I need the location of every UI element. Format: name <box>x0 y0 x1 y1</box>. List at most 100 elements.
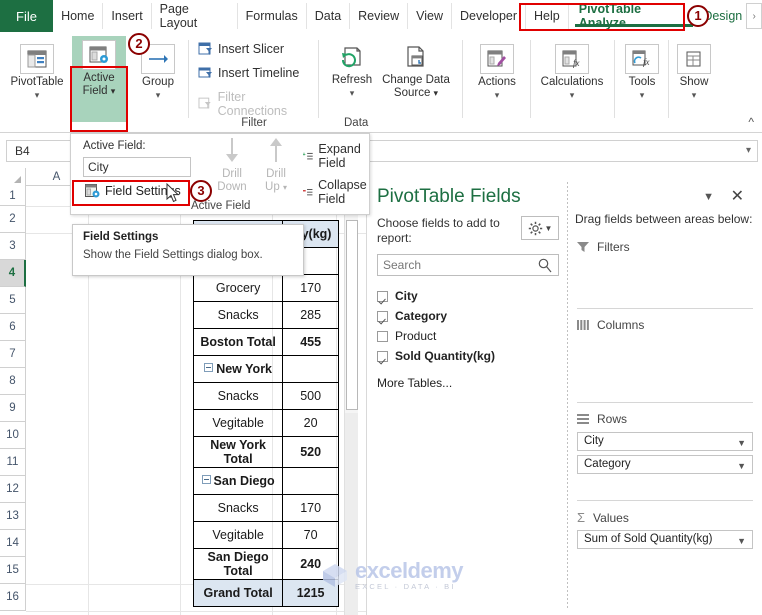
tab-formulas[interactable]: Formulas <box>238 3 307 29</box>
tab-insert[interactable]: Insert <box>103 3 152 29</box>
field-item-category[interactable]: Category <box>377 306 567 326</box>
rows-field-category[interactable]: Category ▼ <box>577 455 753 474</box>
field-item-category-label: Category <box>395 309 448 323</box>
select-all-corner[interactable] <box>0 168 26 186</box>
pivottable-button[interactable]: PivotTable ▾ <box>8 40 66 101</box>
pivot-value-vegitable-ny: 20 <box>282 409 339 437</box>
chevron-down-icon[interactable]: ▼ <box>545 224 553 233</box>
tab-view[interactable]: View <box>408 3 453 29</box>
drill-up-label-1: Drill <box>266 168 286 180</box>
chevron-down-icon[interactable]: ▾ <box>672 89 716 102</box>
row-header-11[interactable]: 11 <box>0 449 26 476</box>
tab-home[interactable]: Home <box>53 3 104 29</box>
chevron-down-icon[interactable]: ▾ <box>8 89 66 102</box>
more-tables-link[interactable]: More Tables... <box>377 376 452 390</box>
show-button[interactable]: Show ▾ <box>672 40 716 101</box>
pivot-label-snacks-boston[interactable]: Snacks <box>192 301 284 329</box>
actions-button[interactable]: Actions ▾ <box>470 40 524 101</box>
ribbon-body: PivotTable ▾ Active Field ▾ 2 Group ▾ In… <box>0 32 762 133</box>
row-header-5[interactable]: 5 <box>0 287 26 314</box>
change-data-source-icon <box>399 42 433 72</box>
active-field-input[interactable]: City <box>83 157 191 177</box>
pivottable-fields-pane: PivotTable Fields ▼ ✕ Choose fields to a… <box>366 168 762 615</box>
insert-slicer-label: Insert Slicer <box>218 42 284 56</box>
divider <box>577 308 753 309</box>
chevron-down-icon[interactable]: ▾ <box>328 87 376 100</box>
insert-slicer-button[interactable]: Insert Slicer <box>198 42 284 56</box>
scrollbar-thumb[interactable] <box>346 220 358 410</box>
chevron-down-icon[interactable]: ▼ <box>737 435 746 452</box>
collapse-toggle-icon[interactable] <box>201 475 211 484</box>
checkbox-icon[interactable] <box>377 310 388 322</box>
slicer-icon <box>198 42 212 55</box>
chevron-down-icon[interactable]: ▾ <box>434 88 439 98</box>
grid-vertical-scrollbar[interactable] <box>344 168 358 615</box>
rows-field-city[interactable]: City ▼ <box>577 432 753 451</box>
field-item-sold-quantity[interactable]: Sold Quantity(kg) <box>377 346 567 366</box>
pivot-group-new-york[interactable]: New York <box>192 355 284 383</box>
pivot-label-vegitable-sd[interactable]: Vegitable <box>192 521 284 549</box>
pivot-label-snacks-ny[interactable]: Snacks <box>192 382 284 410</box>
chevron-down-icon[interactable]: ▾ <box>746 145 751 156</box>
row-header-8[interactable]: 8 <box>0 368 26 395</box>
row-header-14[interactable]: 14 <box>0 530 26 557</box>
expand-field-button[interactable]: + Expand Field <box>303 142 369 170</box>
insert-timeline-button[interactable]: Insert Timeline <box>198 66 299 80</box>
chevron-right-icon[interactable]: › <box>746 3 762 29</box>
checkbox-icon[interactable] <box>377 350 388 362</box>
drill-up-icon <box>270 138 282 162</box>
pivot-group-san-diego[interactable]: San Diego <box>192 467 284 495</box>
divider <box>668 40 669 118</box>
values-field-sum-sold-quantity[interactable]: Sum of Sold Quantity(kg) ▼ <box>577 530 753 549</box>
chevron-down-icon[interactable]: ▼ <box>737 458 746 475</box>
checkbox-icon[interactable] <box>377 330 388 342</box>
change-data-source-label-1: Change Data <box>382 74 450 86</box>
row-header-12[interactable]: 12 <box>0 476 26 503</box>
callout-2: 2 <box>128 33 150 55</box>
chevron-down-icon[interactable]: ▾ <box>470 89 524 102</box>
row-header-1[interactable]: 1 <box>0 186 26 206</box>
pivot-table[interactable]: tity(kg) Boston Grocery 170 Snacks <box>192 220 339 607</box>
refresh-button[interactable]: Refresh ▾ <box>328 38 376 99</box>
pivot-value-grocery: 170 <box>282 274 339 302</box>
gear-icon <box>528 221 542 235</box>
drill-down-label-2: Down <box>217 181 247 193</box>
chevron-down-icon[interactable]: ▼ <box>737 533 746 550</box>
chevron-down-icon[interactable]: ▾ <box>534 89 610 102</box>
row-header-10[interactable]: 10 <box>0 422 26 449</box>
row-header-4[interactable]: 4 <box>0 260 26 287</box>
field-item-city[interactable]: City <box>377 286 567 306</box>
filters-drop-area[interactable] <box>577 258 753 304</box>
row-header-13[interactable]: 13 <box>0 503 26 530</box>
tab-page-layout[interactable]: Page Layout <box>152 2 238 30</box>
row-header-7[interactable]: 7 <box>0 341 26 368</box>
chevron-up-icon[interactable]: ^ <box>748 115 754 129</box>
tab-developer[interactable]: Developer <box>452 3 527 29</box>
collapse-toggle-icon[interactable] <box>204 363 214 372</box>
pivot-label-grocery[interactable]: Grocery <box>192 274 284 302</box>
row-header-15[interactable]: 15 <box>0 557 26 584</box>
row-header-3[interactable]: 3 <box>0 233 26 260</box>
pivot-label-vegitable-ny[interactable]: Vegitable <box>192 409 284 437</box>
search-input[interactable]: Search <box>377 254 559 276</box>
calculations-button[interactable]: fx Calculations ▾ <box>534 40 610 101</box>
tools-button[interactable]: fx Tools ▾ <box>620 40 664 101</box>
change-data-source-label-2: Source <box>393 86 431 99</box>
tab-review[interactable]: Review <box>350 3 409 29</box>
row-header-2[interactable]: 2 <box>0 206 26 233</box>
collapse-field-button[interactable]: Collapse Field <box>303 178 372 206</box>
row-header-6[interactable]: 6 <box>0 314 26 341</box>
chevron-down-icon[interactable]: ▾ <box>620 89 664 102</box>
field-item-product[interactable]: Product <box>377 326 567 346</box>
tab-data[interactable]: Data <box>307 3 351 29</box>
pivot-label-snacks-sd[interactable]: Snacks <box>192 494 284 522</box>
columns-drop-area[interactable] <box>577 336 753 382</box>
tab-file[interactable]: File <box>0 0 54 32</box>
row-header-9[interactable]: 9 <box>0 395 26 422</box>
field-list-options-button[interactable]: ▼ <box>521 216 559 240</box>
checkbox-icon[interactable] <box>377 290 388 302</box>
chevron-down-icon[interactable]: ▾ <box>133 89 183 102</box>
choose-fields-label: Choose fields to add to report: <box>377 216 500 245</box>
change-data-source-button[interactable]: Change Data Source ▾ <box>376 38 456 99</box>
row-header-16[interactable]: 16 <box>0 584 26 611</box>
